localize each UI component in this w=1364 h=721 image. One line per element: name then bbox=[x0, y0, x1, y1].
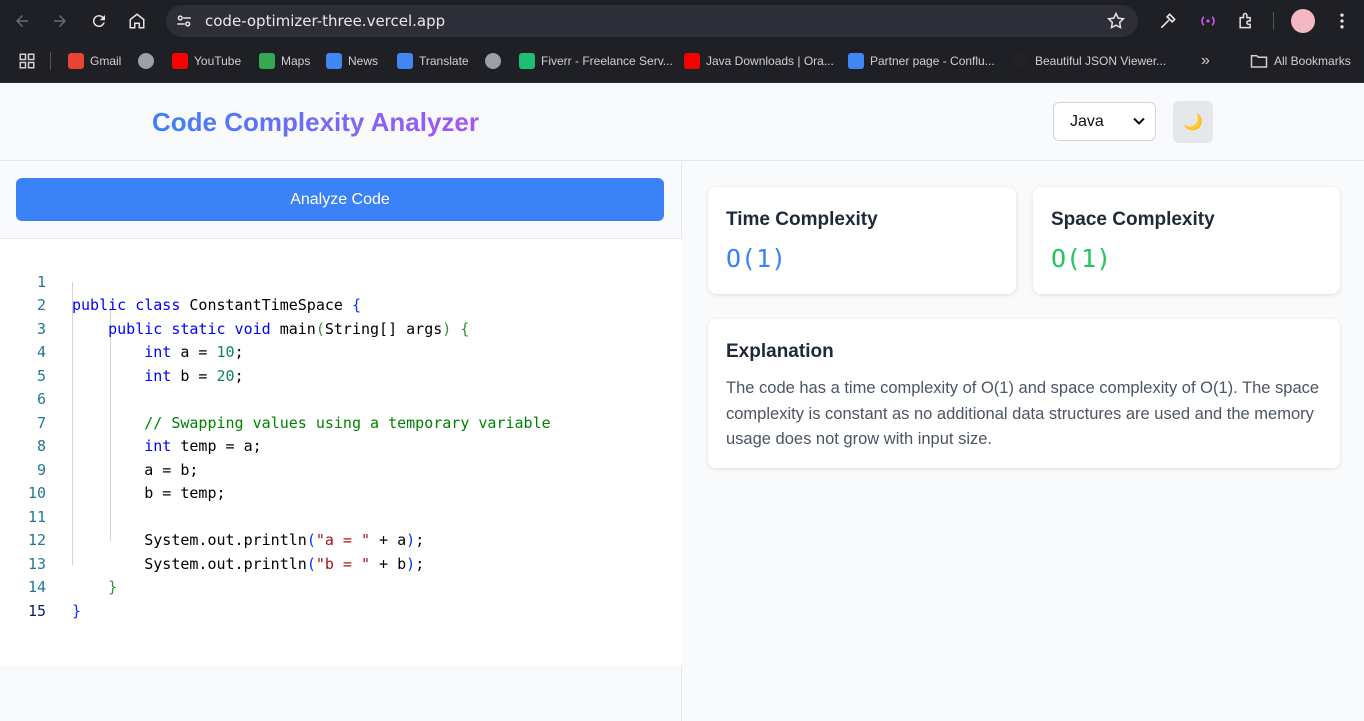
analyze-code-button[interactable]: Analyze Code bbox=[16, 178, 664, 221]
home-icon bbox=[129, 13, 145, 29]
folder-icon bbox=[1250, 55, 1268, 68]
eyedropper-icon[interactable] bbox=[1157, 10, 1179, 32]
space-complexity-title: Space Complexity bbox=[1051, 209, 1215, 230]
bookmark-star-icon[interactable] bbox=[1106, 11, 1126, 31]
address-bar[interactable]: code-optimizer-three.vercel.app bbox=[166, 5, 1138, 37]
bookmark-item[interactable]: Maps bbox=[259, 51, 310, 71]
code-line: 11 System.out.println("a = " + a); bbox=[0, 482, 682, 550]
code-line: 13 } bbox=[0, 529, 682, 597]
explanation-card: Explanation The code has a time complexi… bbox=[708, 319, 1340, 468]
home-button[interactable] bbox=[125, 9, 149, 33]
bookmark-label: Gmail bbox=[90, 54, 122, 68]
app-header: Code Complexity Analyzer Java 🌙 bbox=[0, 83, 1364, 161]
language-select[interactable]: Java bbox=[1053, 102, 1156, 141]
bookmarks-divider bbox=[50, 52, 51, 70]
code-line: 14 } bbox=[0, 553, 682, 620]
code-line: 2 public static void main(String[] args)… bbox=[0, 271, 682, 338]
space-complexity-card: Space Complexity O(1) bbox=[1033, 187, 1340, 294]
all-bookmarks-label: All Bookmarks bbox=[1274, 54, 1351, 68]
bookmark-item[interactable]: News bbox=[326, 51, 378, 71]
code-line: 1 public class ConstantTimeSpace { bbox=[0, 247, 682, 315]
reload-icon bbox=[92, 15, 105, 28]
news-icon bbox=[326, 53, 342, 69]
bookmark-item[interactable]: YouTube bbox=[172, 51, 241, 71]
code-line: 6 // Swapping values using a temporary v… bbox=[0, 365, 682, 432]
bookmark-item[interactable] bbox=[485, 51, 501, 71]
code-line: 7 int temp = a; bbox=[0, 388, 682, 456]
gmail-icon bbox=[68, 53, 84, 69]
bookmark-label: YouTube bbox=[194, 54, 242, 68]
code-line: 5 bbox=[0, 341, 682, 385]
fiverr-icon bbox=[519, 53, 535, 69]
back-button[interactable] bbox=[10, 9, 34, 33]
code-line: 15 bbox=[0, 576, 682, 620]
apps-grid-icon[interactable] bbox=[18, 51, 36, 71]
globe-icon bbox=[138, 53, 154, 69]
all-bookmarks-button[interactable]: All Bookmarks bbox=[1250, 51, 1351, 71]
moon-icon: 🌙 bbox=[1183, 114, 1203, 131]
bookmark-item[interactable]: Java Downloads | Ora... bbox=[684, 51, 834, 71]
bookmark-item[interactable] bbox=[138, 51, 154, 71]
explanation-title: Explanation bbox=[726, 341, 834, 362]
code-line: 3 int a = 10; bbox=[0, 294, 682, 362]
translate-icon bbox=[397, 53, 413, 69]
arrow-right-icon bbox=[54, 15, 66, 27]
code-editor[interactable]: 1 public class ConstantTimeSpace { 2 pub… bbox=[0, 238, 682, 665]
more-menu-icon[interactable] bbox=[1331, 10, 1353, 32]
line-number: 15 bbox=[27, 601, 46, 620]
maps-icon bbox=[259, 53, 275, 69]
browser-toolbar: code-optimizer-three.vercel.app bbox=[0, 0, 1364, 42]
language-selected-value: Java bbox=[1070, 112, 1104, 130]
code-line: 12 System.out.println("b = " + b); bbox=[0, 506, 682, 573]
time-complexity-card: Time Complexity O(1) bbox=[708, 187, 1016, 294]
bookmark-label: Maps bbox=[281, 54, 311, 68]
profile-avatar[interactable] bbox=[1291, 9, 1315, 33]
code-line: 4 int b = 20; bbox=[0, 318, 682, 385]
url-text: code-optimizer-three.vercel.app bbox=[205, 12, 446, 30]
code-line: 8 a = b; bbox=[0, 412, 682, 479]
time-complexity-value: O(1) bbox=[726, 244, 787, 273]
site-settings-icon[interactable] bbox=[175, 12, 193, 30]
oracle-icon bbox=[684, 53, 700, 69]
bookmark-label: Java Downloads | Ora... bbox=[706, 54, 834, 68]
google-icon bbox=[848, 53, 864, 69]
editor-panel: Analyze Code 1 public class ConstantTime… bbox=[0, 162, 682, 721]
extension-broadcast-icon[interactable] bbox=[1197, 10, 1219, 32]
bookmark-label: News bbox=[348, 54, 379, 68]
results-panel: Time Complexity O(1) Space Complexity O(… bbox=[683, 162, 1364, 721]
globe-icon bbox=[485, 53, 501, 69]
toolbar-divider bbox=[1273, 12, 1274, 30]
code-text: } bbox=[72, 601, 82, 620]
bookmark-label: Beautiful JSON Viewer... bbox=[1035, 54, 1167, 68]
youtube-icon bbox=[172, 53, 188, 69]
bookmark-item[interactable]: Fiverr - Freelance Serv... bbox=[519, 51, 673, 71]
reload-button[interactable] bbox=[87, 9, 111, 33]
page-title: Code Complexity Analyzer bbox=[152, 107, 480, 137]
time-complexity-title: Time Complexity bbox=[726, 209, 878, 230]
bookmark-label: Fiverr - Freelance Serv... bbox=[541, 54, 673, 68]
bookmark-item[interactable]: Gmail bbox=[68, 51, 121, 71]
forward-button[interactable] bbox=[48, 9, 72, 33]
bookmark-item[interactable]: Beautiful JSON Viewer... bbox=[1013, 51, 1166, 71]
explanation-text: The code has a time complexity of O(1) a… bbox=[726, 379, 1320, 448]
code-line: 9 b = temp; bbox=[0, 435, 682, 503]
extensions-puzzle-icon[interactable] bbox=[1235, 10, 1257, 32]
bookmark-label: Translate bbox=[419, 54, 469, 68]
space-complexity-value: O(1) bbox=[1051, 244, 1112, 273]
chevron-down-icon bbox=[1133, 117, 1145, 125]
bookmark-item[interactable]: Partner page - Conflu... bbox=[848, 51, 995, 71]
arrow-left-icon bbox=[16, 15, 28, 27]
bookmark-item[interactable]: Translate bbox=[397, 51, 469, 71]
json-viewer-icon bbox=[1013, 53, 1029, 69]
bookmark-label: Partner page - Conflu... bbox=[870, 54, 995, 68]
more-bookmarks-button[interactable]: » bbox=[1201, 51, 1210, 71]
code-line: 10 bbox=[0, 459, 682, 502]
theme-toggle-button[interactable]: 🌙 bbox=[1173, 101, 1213, 143]
